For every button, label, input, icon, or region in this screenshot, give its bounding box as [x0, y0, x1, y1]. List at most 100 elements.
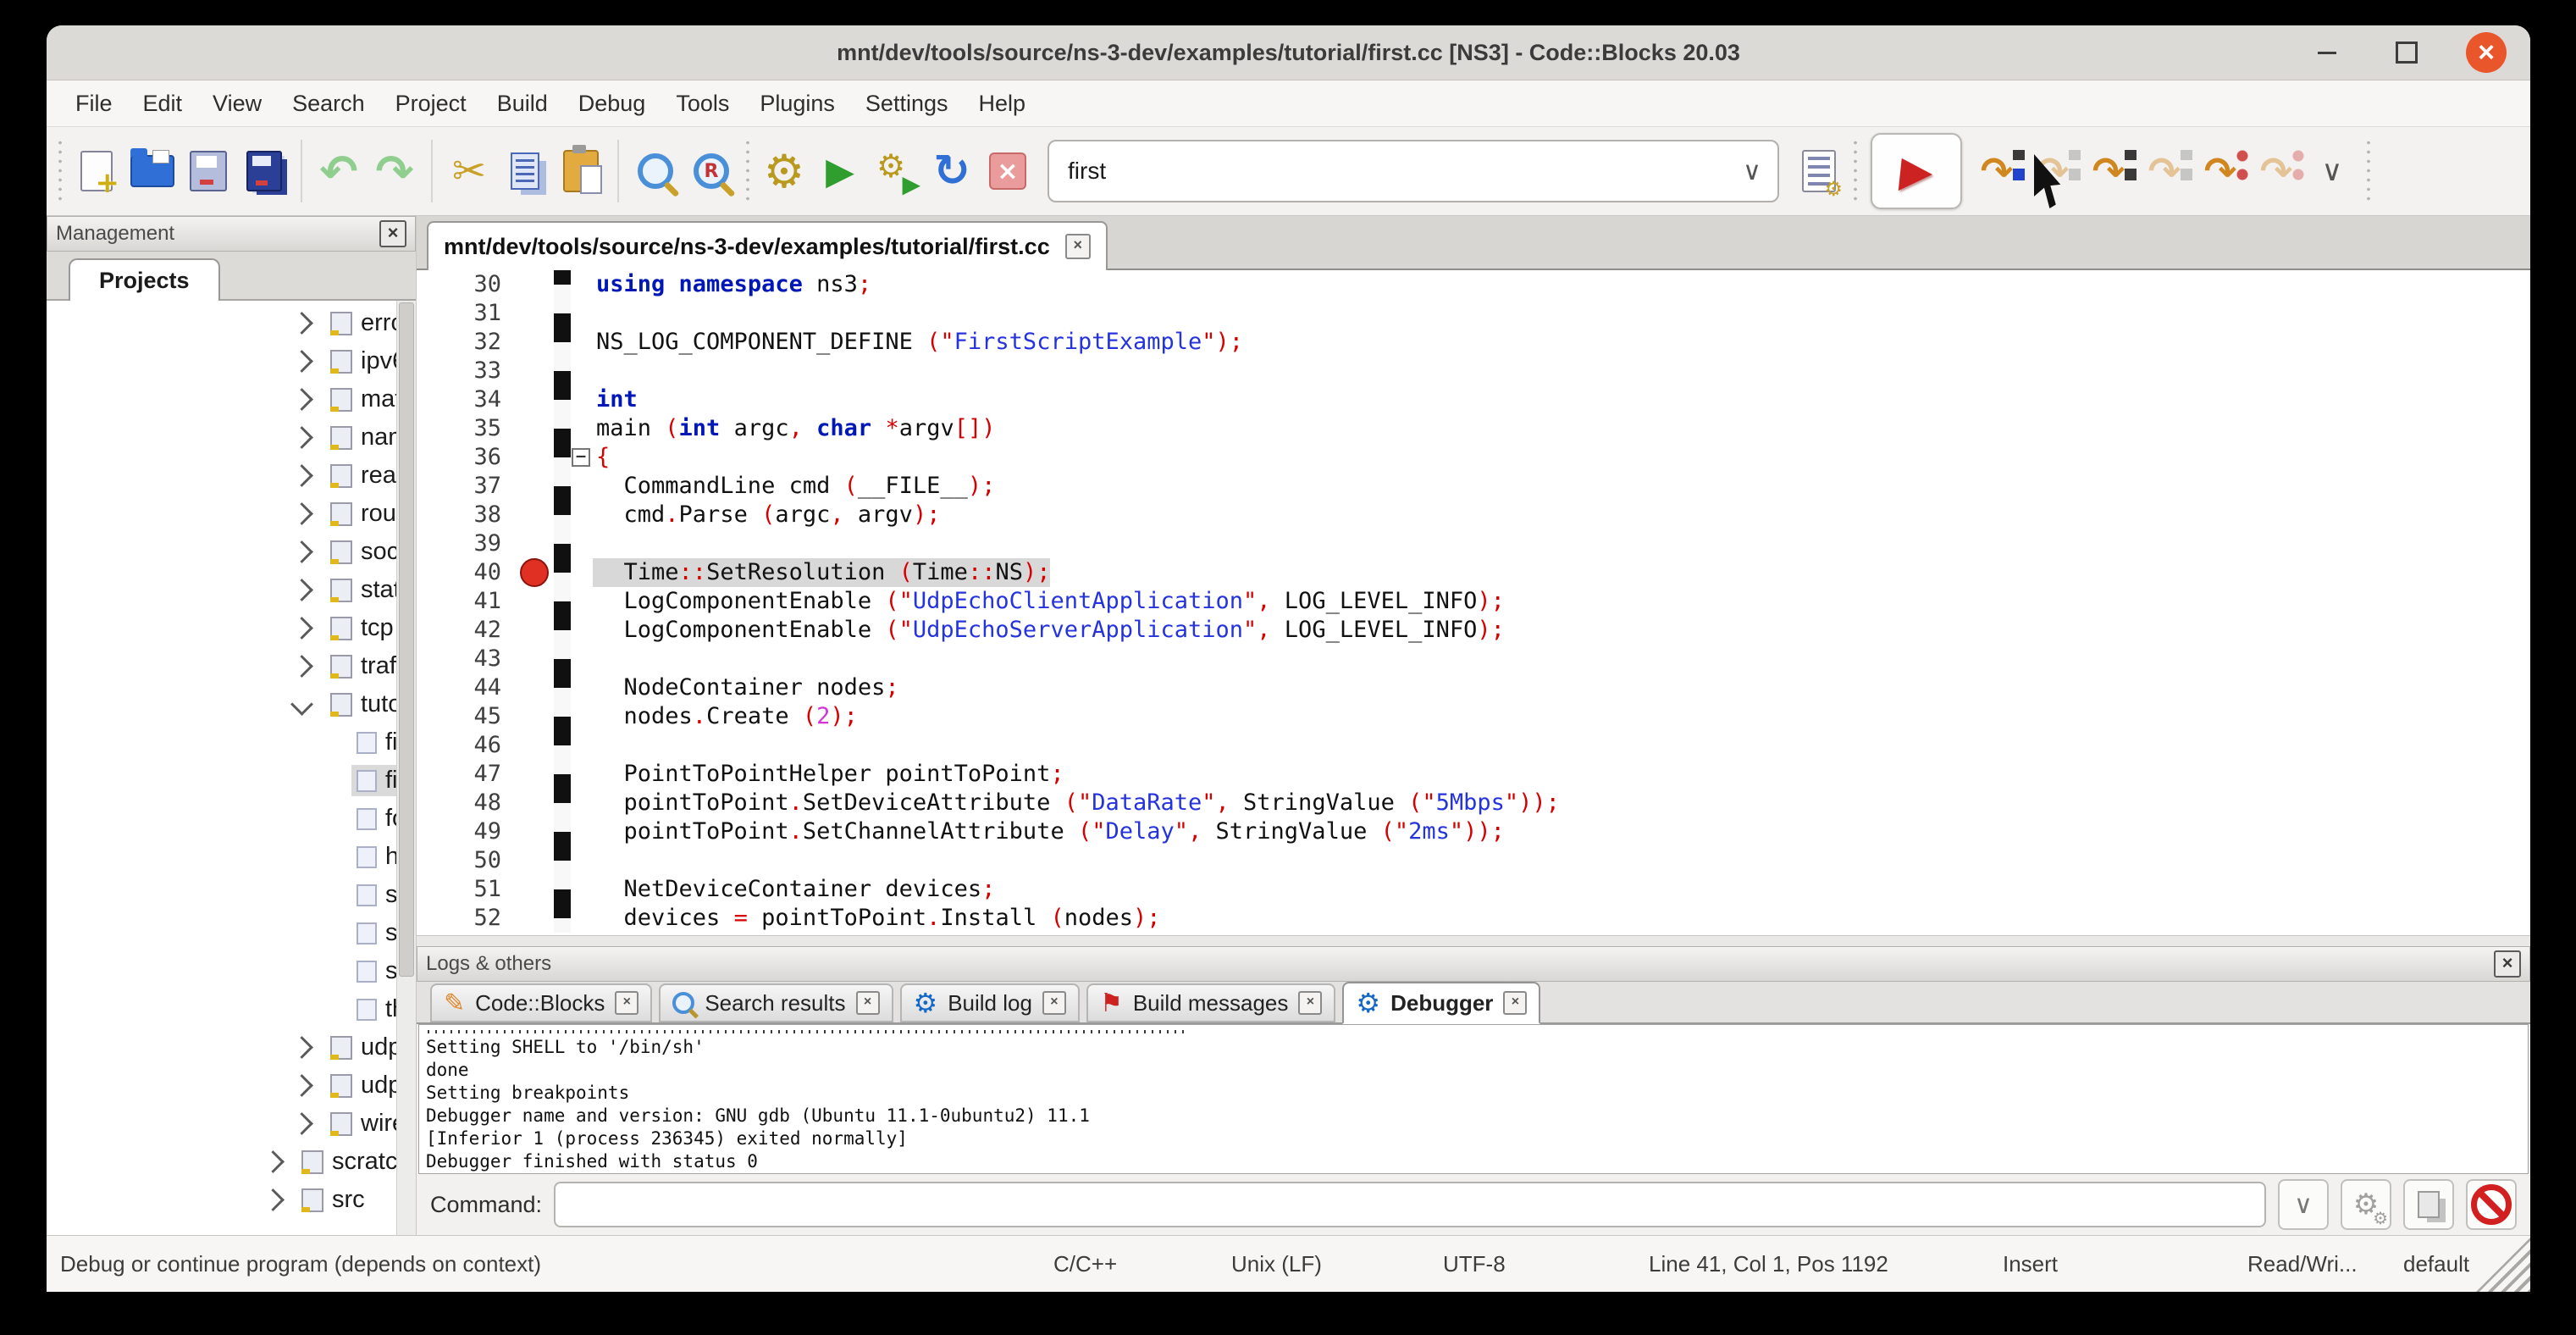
breakpoint-margin[interactable] [515, 443, 554, 472]
logs-tab-build-log[interactable]: Build log× [900, 983, 1080, 1022]
tree-item-se[interactable]: se [47, 914, 416, 952]
fold-margin[interactable] [571, 817, 593, 846]
tree-scrollbar[interactable] [396, 301, 416, 1235]
build-and-run-button[interactable] [868, 141, 924, 202]
code-line-39[interactable]: 39 [417, 529, 2530, 558]
logs-tab-close-button[interactable]: × [1298, 991, 1322, 1015]
menu-item-project[interactable]: Project [380, 80, 482, 126]
fold-margin[interactable] [571, 357, 593, 385]
code-line-50[interactable]: 50 [417, 846, 2530, 875]
debugger-settings-button[interactable] [2341, 1179, 2391, 1230]
stop-debugger-button[interactable] [2466, 1179, 2517, 1230]
code-line-30[interactable]: 30using namespace ns3; [417, 270, 2530, 299]
breakpoint-icon[interactable] [520, 558, 549, 587]
fold-margin[interactable] [571, 328, 593, 357]
menu-item-settings[interactable]: Settings [850, 80, 964, 126]
chevron-right-icon[interactable] [290, 1036, 313, 1059]
chevron-right-icon[interactable] [290, 312, 313, 335]
paste-button[interactable] [553, 141, 609, 202]
title-bar[interactable]: mnt/dev/tools/source/ns-3-dev/examples/t… [47, 25, 2530, 80]
open-file-button[interactable] [124, 141, 180, 202]
fold-margin[interactable] [571, 673, 593, 702]
tree-item-scratch[interactable]: scratch [47, 1143, 416, 1181]
rebuild-button[interactable] [924, 141, 980, 202]
code-line-32[interactable]: 32NS_LOG_COMPONENT_DEFINE ("FirstScriptE… [417, 328, 2530, 357]
logs-tab-debugger[interactable]: Debugger× [1342, 982, 1540, 1024]
fold-margin[interactable] [571, 875, 593, 904]
breakpoint-margin[interactable] [515, 270, 554, 299]
menu-item-build[interactable]: Build [482, 80, 563, 126]
breakpoint-margin[interactable] [515, 760, 554, 789]
code-line-45[interactable]: 45 nodes.Create (2); [417, 702, 2530, 731]
minimize-button[interactable] [2307, 32, 2347, 73]
code-line-31[interactable]: 31 [417, 299, 2530, 328]
tree-item-he[interactable]: he [47, 838, 416, 876]
tree-item-udp-[interactable]: udp- [47, 1066, 416, 1105]
run-to-cursor-button[interactable] [2025, 141, 2081, 202]
chevron-right-icon[interactable] [290, 540, 313, 563]
breakpoint-margin[interactable] [515, 328, 554, 357]
tree-item-se[interactable]: se [47, 876, 416, 914]
fold-margin[interactable] [571, 760, 593, 789]
tree-item-ipv6[interactable]: ipv6 [47, 342, 416, 380]
tree-item-fif[interactable]: fif [47, 723, 416, 762]
breakpoint-margin[interactable] [515, 529, 554, 558]
replace-button[interactable]: R [683, 141, 739, 202]
fold-margin[interactable] [571, 299, 593, 328]
step-out-button[interactable] [2137, 141, 2192, 202]
cut-button[interactable] [441, 141, 497, 202]
breakpoint-margin[interactable] [515, 616, 554, 645]
maximize-button[interactable] [2386, 32, 2427, 73]
breakpoint-margin[interactable] [515, 702, 554, 731]
tree-item-fo[interactable]: fo [47, 800, 416, 838]
breakpoint-margin[interactable] [515, 904, 554, 933]
logs-tab-close-button[interactable]: × [615, 991, 638, 1015]
code-line-47[interactable]: 47 PointToPointHelper pointToPoint; [417, 760, 2530, 789]
tree-item-erro[interactable]: erro [47, 304, 416, 342]
fold-margin[interactable] [571, 587, 593, 616]
code-line-37[interactable]: 37 CommandLine cmd (__FILE__); [417, 472, 2530, 501]
code-line-36[interactable]: 36–{ [417, 443, 2530, 472]
chevron-right-icon[interactable] [290, 1112, 313, 1135]
build-button[interactable] [756, 141, 812, 202]
tree-item-tuto[interactable]: tuto [47, 685, 416, 723]
code-line-35[interactable]: 35main (int argc, char *argv[]) [417, 414, 2530, 443]
code-line-44[interactable]: 44 NodeContainer nodes; [417, 673, 2530, 702]
step-into-instruction-button[interactable] [2248, 141, 2304, 202]
menu-item-search[interactable]: Search [277, 80, 380, 126]
breakpoint-margin[interactable] [515, 472, 554, 501]
code-line-33[interactable]: 33 [417, 357, 2530, 385]
logs-tab-code-blocks[interactable]: Code::Blocks× [430, 983, 652, 1022]
tree-item-trafl[interactable]: trafl [47, 647, 416, 685]
breakpoint-margin[interactable] [515, 817, 554, 846]
chevron-right-icon[interactable] [290, 464, 313, 487]
build-target-combo[interactable]: ∨ [1048, 140, 1779, 202]
tree-item-stat[interactable]: stat [47, 571, 416, 609]
combo-chevron-icon[interactable]: ∨ [1727, 157, 1777, 186]
code-line-52[interactable]: 52 devices = pointToPoint.Install (nodes… [417, 904, 2530, 933]
menu-item-help[interactable]: Help [963, 80, 1041, 126]
fold-margin[interactable] [571, 529, 593, 558]
breakpoint-margin[interactable] [515, 789, 554, 817]
fold-margin[interactable] [571, 645, 593, 673]
tree-item-reall[interactable]: reall [47, 457, 416, 495]
redo-button[interactable] [367, 141, 423, 202]
code-line-43[interactable]: 43 [417, 645, 2530, 673]
save-all-button[interactable] [236, 141, 292, 202]
chevron-right-icon[interactable] [290, 655, 313, 678]
fold-margin[interactable] [571, 501, 593, 529]
menu-item-tools[interactable]: Tools [661, 80, 744, 126]
logs-close-button[interactable]: × [2494, 950, 2521, 978]
logs-tab-close-button[interactable]: × [1042, 991, 1066, 1015]
logs-tab-search-results[interactable]: Search results× [659, 983, 893, 1022]
step-into-button[interactable] [2081, 141, 2137, 202]
breakpoint-margin[interactable] [515, 558, 554, 587]
breakpoint-margin[interactable] [515, 673, 554, 702]
code-line-34[interactable]: 34int [417, 385, 2530, 414]
tab-projects[interactable]: Projects [69, 258, 220, 301]
editor-horizontal-scrollbar[interactable] [417, 935, 2530, 946]
fold-margin[interactable] [571, 558, 593, 587]
copy-log-button[interactable] [2403, 1179, 2454, 1230]
breakpoint-margin[interactable] [515, 875, 554, 904]
command-history-button[interactable]: ∨ [2278, 1179, 2329, 1230]
